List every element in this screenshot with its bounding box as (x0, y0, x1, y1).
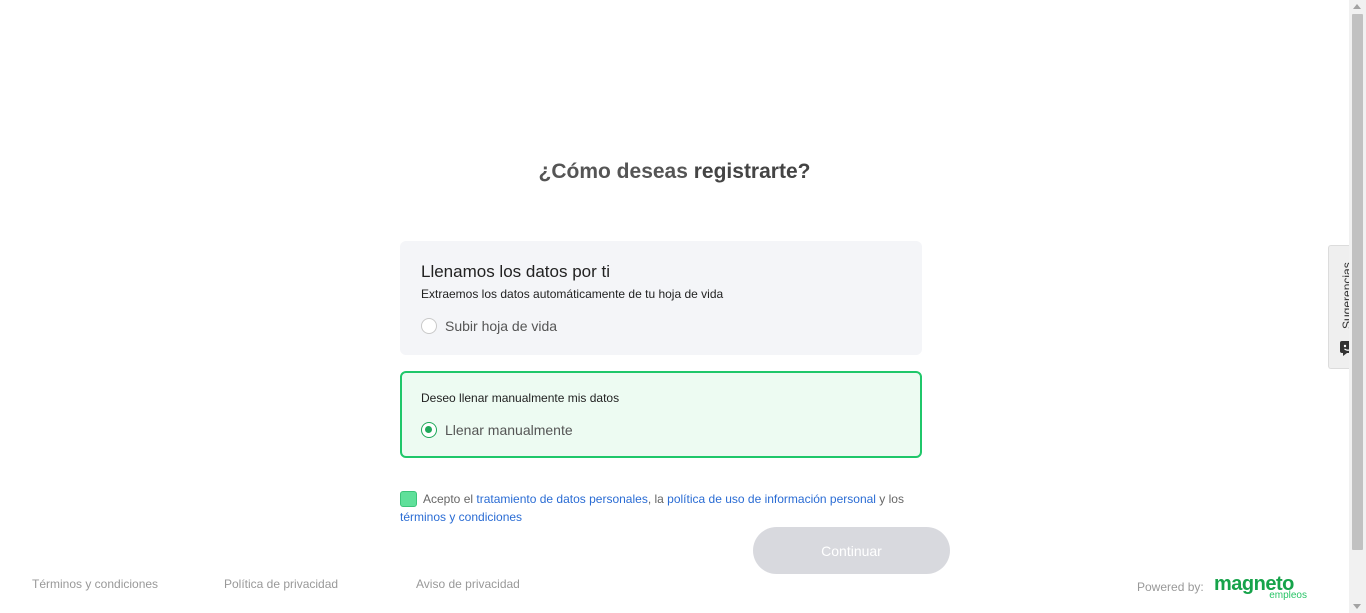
continue-button[interactable]: Continuar (753, 527, 950, 574)
consent-checkbox[interactable] (400, 491, 417, 507)
scroll-down-arrow-icon[interactable] (1353, 604, 1361, 609)
scroll-up-arrow-icon[interactable] (1353, 4, 1361, 9)
consent-text-3: y los (875, 492, 904, 506)
powered-by-label: Powered by: (1137, 580, 1204, 594)
data-treatment-link[interactable]: tratamiento de datos personales (476, 492, 647, 506)
option-card-manual[interactable]: Deseo llenar manualmente mis datos Llena… (400, 371, 922, 458)
footer-privacy-notice-link[interactable]: Aviso de privacidad (416, 577, 520, 591)
upload-cv-radio[interactable] (421, 318, 437, 334)
page-title-bold: registrarte? (693, 160, 811, 183)
page-title-prefix: ¿Cómo deseas (538, 160, 694, 183)
manual-fill-radio[interactable] (421, 422, 437, 438)
consent-text-1: Acepto el (423, 492, 477, 506)
registration-page: ¿Cómo deseas registrarte? Llenamos los d… (0, 0, 1366, 613)
scrollbar-thumb[interactable] (1352, 14, 1363, 550)
page-title: ¿Cómo deseas registrarte? (0, 160, 1349, 184)
manual-fill-radio-option[interactable]: Llenar manualmente (421, 422, 573, 438)
logo-sub-text: empleos (1269, 590, 1307, 601)
magneto-logo: magneto empleos (1214, 573, 1310, 605)
option-auto-title: Llenamos los datos por ti (421, 262, 610, 281)
manual-fill-radio-label: Llenar manualmente (445, 422, 573, 438)
option-auto-subtitle: Extraemos los datos automáticamente de t… (421, 287, 724, 301)
personal-info-policy-link[interactable]: política de uso de información personal (667, 492, 876, 506)
consent-block: Acepto el tratamiento de datos personale… (400, 490, 940, 526)
vertical-scrollbar[interactable] (1349, 0, 1366, 613)
upload-cv-radio-label: Subir hoja de vida (445, 318, 558, 334)
footer-terms-link[interactable]: Términos y condiciones (32, 577, 158, 591)
terms-conditions-link[interactable]: términos y condiciones (400, 510, 522, 524)
consent-text-2: , la (647, 492, 668, 506)
upload-cv-radio-option[interactable]: Subir hoja de vida (421, 318, 557, 334)
option-card-auto[interactable]: Llenamos los datos por ti Extraemos los … (400, 241, 922, 355)
footer-privacy-policy-link[interactable]: Política de privacidad (224, 577, 338, 591)
option-manual-subtitle: Deseo llenar manualmente mis datos (421, 391, 620, 405)
